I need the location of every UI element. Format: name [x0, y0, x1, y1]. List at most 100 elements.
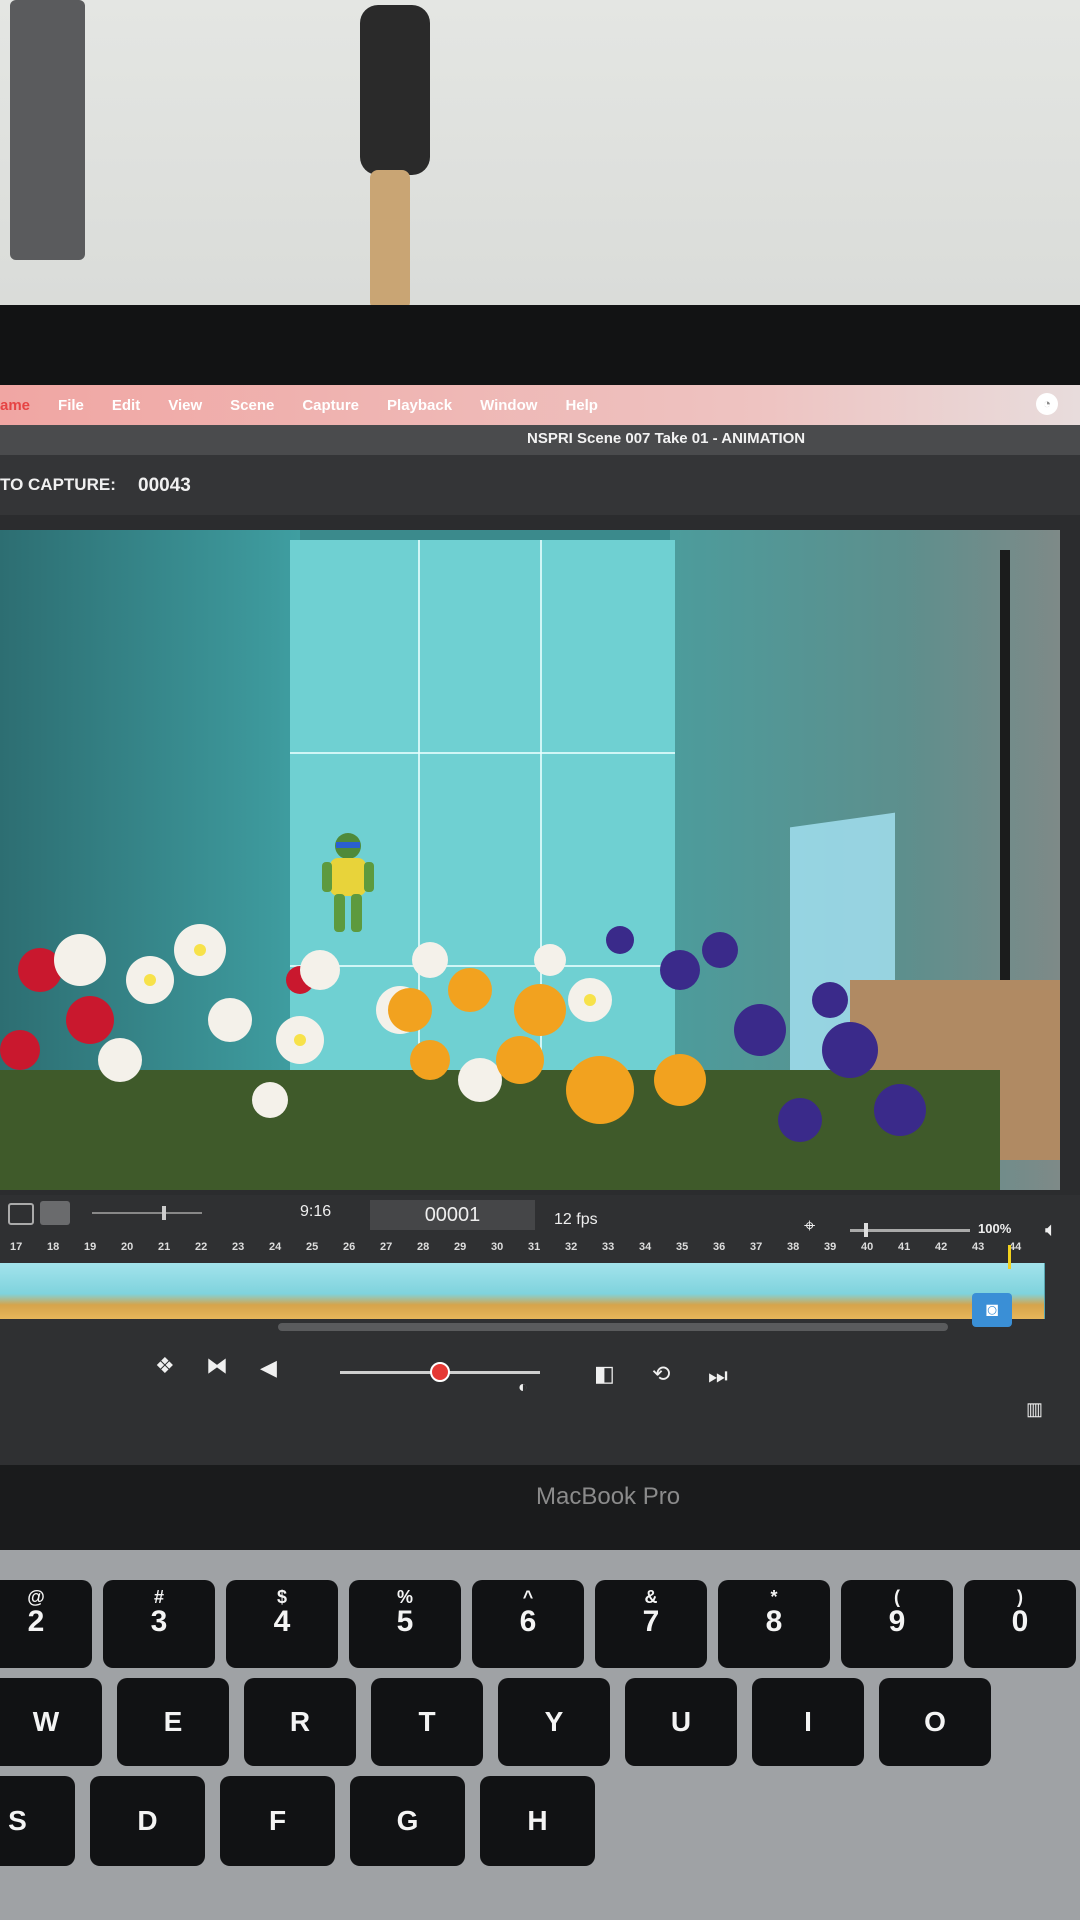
menu-item-app[interactable]: ame [0, 397, 30, 414]
volume-slider[interactable] [850, 1223, 970, 1237]
toggle-icon[interactable]: ◐ [518, 1379, 528, 1397]
frame-thumbnail[interactable] [756, 1263, 793, 1319]
timeline-end-marker [1008, 1245, 1011, 1269]
frame-thumbnail[interactable] [216, 1263, 253, 1319]
fps-label[interactable]: 12 fps [554, 1211, 598, 1229]
mirror-icon[interactable]: ⧓ [206, 1353, 228, 1379]
menu-item-capture[interactable]: Capture [302, 397, 359, 414]
key-main-label: 7 [642, 1605, 660, 1638]
frame-thumbnail[interactable] [72, 1263, 109, 1319]
key-main-label: 0 [1011, 1605, 1029, 1638]
frame-thumbnail[interactable] [108, 1263, 145, 1319]
frame-thumbnail[interactable] [828, 1263, 865, 1319]
key-o[interactable]: O [879, 1678, 991, 1766]
timeline-zoom-handle[interactable] [162, 1206, 166, 1220]
onion-skin-icon[interactable]: ❖ [155, 1353, 175, 1379]
frame-thumbnail[interactable] [36, 1263, 73, 1319]
key-6[interactable]: ^ 6 [472, 1580, 584, 1668]
ruler-tick-18: 18 [47, 1241, 60, 1253]
menu-item-view[interactable]: View [168, 397, 202, 414]
frame-thumbnail[interactable] [540, 1263, 577, 1319]
frame-thumbnail[interactable] [936, 1263, 973, 1319]
frame-thumbnail[interactable] [504, 1263, 541, 1319]
compare-view-icon[interactable]: ◧ [594, 1361, 615, 1387]
frame-thumbnail[interactable] [0, 1263, 37, 1319]
key-7[interactable]: & 7 [595, 1580, 707, 1668]
volume-slider-handle[interactable] [864, 1223, 868, 1237]
menu-item-help[interactable]: Help [565, 397, 598, 414]
frame-step-icon[interactable]: ▥ [1026, 1399, 1043, 1420]
skip-to-end-icon[interactable]: ⏭︎ [708, 1363, 728, 1389]
key-4[interactable]: $4 [226, 1580, 338, 1668]
key-w[interactable]: W [0, 1678, 102, 1766]
frame-thumbnail[interactable] [288, 1263, 325, 1319]
frame-thumbnail[interactable] [144, 1263, 181, 1319]
step-back-icon[interactable]: ◀ [260, 1355, 277, 1381]
frame-thumbnail-strip[interactable] [0, 1263, 1045, 1319]
key-main-label: 2 [27, 1605, 45, 1638]
key-5[interactable]: % 5 [349, 1580, 461, 1668]
menu-item-file[interactable]: File [58, 397, 84, 414]
timeline-zoom-slider[interactable] [92, 1206, 202, 1220]
key-shift-label: & [644, 1587, 658, 1607]
key-8[interactable]: * 8 [718, 1580, 830, 1668]
strip-scrollbar[interactable] [278, 1323, 948, 1331]
opacity-slider[interactable] [340, 1362, 540, 1382]
capture-frame-button[interactable]: ◙ [972, 1293, 1012, 1327]
key-s[interactable]: S [0, 1776, 75, 1866]
key-u[interactable]: U [625, 1678, 737, 1766]
loop-icon[interactable]: ⟲ [652, 1361, 670, 1387]
key-shift-label: * [770, 1587, 778, 1607]
frame-thumbnail[interactable] [1008, 1263, 1045, 1319]
key-d[interactable]: D [90, 1776, 205, 1866]
key-y[interactable]: Y [498, 1678, 610, 1766]
frame-thumbnail[interactable] [432, 1263, 469, 1319]
frame-thumbnail[interactable] [360, 1263, 397, 1319]
frame-thumbnail[interactable] [468, 1263, 505, 1319]
view-mode-wide-button[interactable] [40, 1201, 70, 1225]
key-3[interactable]: #3 [103, 1580, 215, 1668]
menu-item-playback[interactable]: Playback [387, 397, 452, 414]
frame-thumbnail[interactable] [720, 1263, 757, 1319]
key-f[interactable]: F [220, 1776, 335, 1866]
ruler-tick-43: 43 [972, 1241, 985, 1253]
frame-thumbnail[interactable] [864, 1263, 901, 1319]
key-9[interactable]: (9 [841, 1580, 953, 1668]
key-e[interactable]: E [117, 1678, 229, 1766]
key-main-label: 5 [396, 1605, 414, 1638]
key-r[interactable]: R [244, 1678, 356, 1766]
menu-item-window[interactable]: Window [480, 397, 537, 414]
frame-thumbnail[interactable] [180, 1263, 217, 1319]
current-frame-field[interactable]: 00001 [370, 1200, 535, 1230]
key-i[interactable]: I [752, 1678, 864, 1766]
frame-ruler[interactable]: 17 18 19 20 21 22 23 24 25 26 27 28 29 30 31 32 33 34 35 36… [0, 1239, 1080, 1261]
live-view-preview[interactable] [0, 530, 1060, 1190]
frame-thumbnail[interactable] [396, 1263, 433, 1319]
key-main-label: 4 [273, 1605, 291, 1638]
key-t[interactable]: T [371, 1678, 483, 1766]
view-mode-single-button[interactable] [8, 1203, 34, 1225]
menu-item-scene[interactable]: Scene [230, 397, 274, 414]
menu-item-edit[interactable]: Edit [112, 397, 140, 414]
key-main-label: 9 [888, 1605, 906, 1638]
frame-thumbnail[interactable] [612, 1263, 649, 1319]
frame-thumbnail[interactable] [324, 1263, 361, 1319]
to-capture-label: TO CAPTURE: [0, 475, 116, 494]
key-shift-label: ( [894, 1587, 900, 1607]
user-account-icon[interactable]: ◔ [1036, 393, 1058, 415]
key-0[interactable]: ) 0 [964, 1580, 1076, 1668]
frame-thumbnail[interactable] [900, 1263, 937, 1319]
frame-thumbnail[interactable] [576, 1263, 613, 1319]
crosshair-icon[interactable]: ⌖ [804, 1215, 815, 1238]
frame-thumbnail[interactable] [648, 1263, 685, 1319]
ruler-tick-41: 41 [898, 1241, 911, 1253]
frame-thumbnail[interactable] [792, 1263, 829, 1319]
key-g[interactable]: G [350, 1776, 465, 1866]
key-2[interactable]: @2 [0, 1580, 92, 1668]
key-h[interactable]: H [480, 1776, 595, 1866]
frame-thumbnail[interactable] [252, 1263, 289, 1319]
ruler-tick-34: 34 [639, 1241, 652, 1253]
ruler-tick-31: 31 [528, 1241, 541, 1253]
frame-thumbnail[interactable] [684, 1263, 721, 1319]
opacity-slider-handle[interactable] [430, 1362, 450, 1382]
